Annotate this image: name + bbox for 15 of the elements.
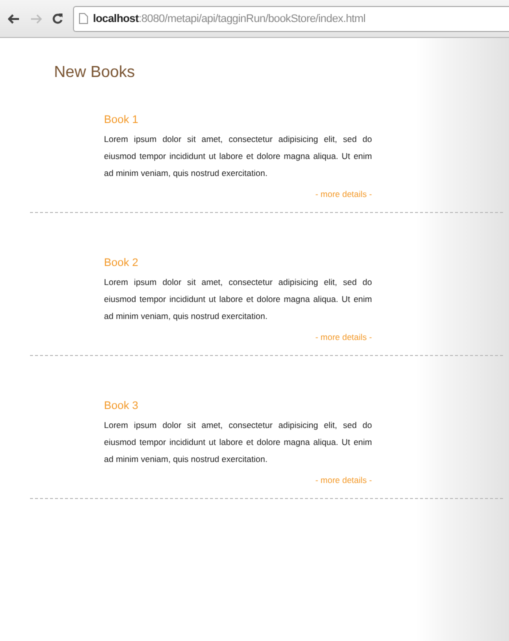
more-details-link[interactable]: - more details -	[315, 332, 372, 342]
back-icon[interactable]	[8, 14, 20, 24]
url-text: localhost:8080/metapi/api/tagginRun/bookStore/index.html	[93, 12, 366, 24]
book-title: Book 2	[104, 257, 140, 269]
book-title: Book 1	[104, 114, 140, 126]
page-heading: New Books	[54, 64, 136, 82]
more-details-link[interactable]: - more details -	[315, 475, 372, 485]
page-icon	[79, 13, 88, 24]
book-title: Book 3	[104, 400, 140, 412]
book-description: Lorem ipsum dolor sit amet, consectetur adipisicing elit, sed do eiusmod tempor incididunt ut labore et dolore magna aliqua. Ut enim ad minim veniam, quis nostrud exercitation.	[104, 419, 372, 466]
reload-icon[interactable]	[52, 13, 63, 24]
book-description: Lorem ipsum dolor sit amet, consectetur adipisicing elit, sed do eiusmod tempor incididunt ut labore et dolore magna aliqua. Ut enim ad minim veniam, quis nostrud exercitation.	[104, 133, 372, 180]
book-description: Lorem ipsum dolor sit amet, consectetur adipisicing elit, sed do eiusmod tempor incididunt ut labore et dolore magna aliqua. Ut enim ad minim veniam, quis nostrud exercitation.	[104, 276, 372, 323]
address-bar[interactable]: localhost:8080/metapi/api/tagginRun/bookStore/index.html	[73, 6, 509, 32]
more-details-link[interactable]: - more details -	[315, 189, 372, 199]
